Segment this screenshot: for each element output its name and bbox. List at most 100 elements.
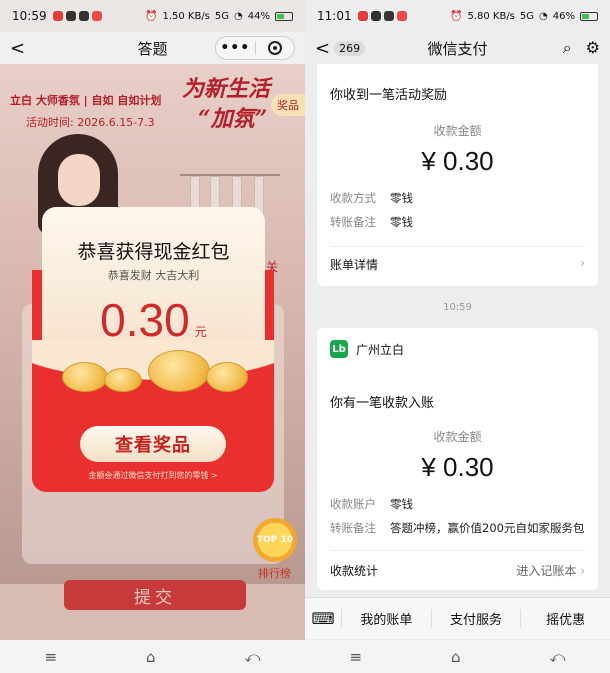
divider: [330, 550, 585, 551]
detail-row: 收款方式 零钱: [330, 190, 413, 206]
status-bar: 11:01 ⏰ 5.80 KB/s 5G ◔ 46%: [305, 0, 610, 32]
merchant-logo-icon: Lb: [330, 340, 348, 358]
menu-offers[interactable]: 摇优惠: [520, 609, 610, 628]
menu-pay-services[interactable]: 支付服务: [430, 609, 521, 628]
home-icon[interactable]: ⌂: [451, 648, 461, 666]
amount-value: ¥ 0.30: [421, 146, 494, 176]
system-nav-bar: ≡ ⌂ ⤺: [0, 640, 305, 673]
gold-coin-icon: [62, 362, 108, 392]
packet-title: 恭喜获得现金红包: [77, 241, 230, 263]
detail-row: 转账备注 答题冲榜，赢价值200元自如家服务包: [330, 520, 584, 536]
prize-tab[interactable]: 奖品: [271, 94, 305, 116]
amount-value: 0.30: [100, 294, 190, 346]
menu-icon[interactable]: ≡: [349, 648, 362, 666]
merchant-name: 广州立白: [356, 342, 405, 357]
network-speed: 5.80 KB/s: [467, 10, 515, 22]
back-icon[interactable]: ⤺: [549, 648, 565, 666]
more-button[interactable]: •••: [216, 40, 255, 56]
gear-icon[interactable]: ⚙: [586, 38, 600, 58]
status-time: 10:59: [12, 9, 47, 23]
row-key: 收款方式: [330, 191, 376, 205]
network-speed: 1.50 KB/s: [162, 10, 210, 22]
row-value: 答题冲榜，赢价值200元自如家服务包: [390, 521, 585, 535]
activity-time: 活动时间: 2026.6.15-7.3: [26, 116, 155, 129]
back-icon[interactable]: ⤺: [244, 648, 260, 666]
divider: [330, 246, 585, 247]
payment-message-card[interactable]: 你收到一笔活动奖励 收款金额 ¥ 0.30 收款方式 零钱 转账备注 零钱 账单…: [317, 64, 598, 286]
red-packet-letter: 恭喜获得现金红包 恭喜发财 大吉大利 0.30 元: [42, 207, 265, 357]
menu-my-bills[interactable]: 我的账单: [341, 609, 431, 628]
view-prize-button[interactable]: 查看奖品: [80, 426, 226, 462]
bill-detail-link[interactable]: 账单详情 ›: [330, 256, 585, 273]
row-value: 零钱: [390, 191, 413, 205]
slogan-line-1: 为新生活: [182, 76, 271, 102]
app-notification-icon: [65, 11, 76, 21]
card-heading: 你收到一笔活动奖励: [330, 88, 448, 103]
mini-program-nav: < 答题 •••: [0, 32, 305, 64]
amount-value: ¥ 0.30: [421, 452, 494, 482]
mini-program-capsule: •••: [215, 36, 295, 60]
battery-icon: [580, 11, 598, 21]
page-title: 答题: [137, 39, 168, 58]
app-notification-icon: [357, 11, 368, 21]
row-key: 转账备注: [330, 521, 376, 535]
chevron-left-icon: <: [315, 38, 331, 59]
row-value: 零钱: [390, 215, 413, 229]
back-button[interactable]: < 269: [315, 38, 366, 59]
slogan: 为新生活 “加氛”: [182, 74, 270, 134]
ledger-link: 进入记账本 ›: [516, 564, 585, 578]
row-key: 转账备注: [330, 215, 376, 229]
brand-ziroom-plan: 自如计划: [117, 94, 162, 107]
row-key: 收款账户: [330, 497, 376, 511]
status-right: ⏰ 5.80 KB/s 5G ◔ 46%: [450, 11, 598, 22]
network-type: 5G: [214, 10, 230, 22]
slogan-line-2: “加氛”: [198, 106, 268, 132]
keyboard-icon[interactable]: ⌨: [305, 609, 341, 628]
unread-count: 269: [334, 41, 366, 56]
chat-title: 微信支付: [427, 39, 488, 58]
alarm-icon: ⏰: [145, 10, 158, 22]
amount-label: 收款金额: [433, 124, 482, 138]
battery-percent: 46%: [552, 10, 575, 22]
wechat-pay-chat-screen: 11:01 ⏰ 5.80 KB/s 5G ◔ 46% < 269 微信支付 ⌕ …: [305, 0, 610, 673]
detail-row: 转账备注 零钱: [330, 214, 413, 230]
notification-icons: [357, 11, 407, 21]
back-button[interactable]: <: [10, 38, 25, 59]
gold-coin-icon: [104, 368, 142, 392]
app-notification-icon: [91, 11, 102, 21]
wifi-icon: ◔: [234, 10, 243, 22]
gold-coin-icon: [148, 350, 210, 392]
amount-unit: 元: [194, 325, 207, 339]
amount-label: 收款金额: [433, 430, 482, 444]
footer-label: 收款统计: [330, 564, 379, 578]
brand-fragrance: 大师香氛: [35, 94, 80, 107]
home-icon[interactable]: ⌂: [146, 648, 156, 666]
submit-button[interactable]: 提交: [64, 580, 246, 610]
payment-stats-link[interactable]: 收款统计 进入记账本 ›: [330, 562, 585, 579]
brand-logos: 立白 大师香氛 | 自如 自如计划: [10, 94, 162, 107]
status-time: 11:01: [317, 9, 352, 23]
search-icon[interactable]: ⌕: [563, 38, 572, 58]
message-timestamp: 10:59: [443, 302, 472, 313]
status-bar: 10:59 ⏰ 1.50 KB/s 5G ◔ 44%: [0, 0, 305, 32]
battery-icon: [275, 11, 293, 21]
network-type: 5G: [519, 10, 535, 22]
quiz-miniprogram-screen: 10:59 ⏰ 1.50 KB/s 5G ◔ 44% < 答题 ••• 立白 大…: [0, 0, 305, 673]
row-value: 零钱: [390, 497, 413, 511]
card-heading: 你有一笔收款入账: [330, 396, 435, 411]
detail-row: 收款账户 零钱: [330, 496, 413, 512]
packet-notice[interactable]: 金额会通过微信支付打到您的零钱 >: [32, 470, 274, 481]
close-button[interactable]: [255, 41, 294, 55]
payment-message-card[interactable]: Lb 广州立白 你有一笔收款入账 收款金额 ¥ 0.30 收款账户 零钱 转账备…: [317, 328, 598, 590]
app-notification-icon: [396, 11, 407, 21]
close-ring-icon: [267, 41, 282, 55]
alarm-icon: ⏰: [450, 10, 463, 22]
leaderboard-label[interactable]: 排行榜: [258, 565, 291, 581]
menu-icon[interactable]: ≡: [44, 648, 57, 666]
merchant-header: Lb 广州立白: [330, 340, 404, 358]
top10-badge-icon[interactable]: TOP 10: [253, 518, 297, 562]
app-notification-icon: [52, 11, 63, 21]
packet-amount: 0.30 元: [42, 293, 265, 347]
notification-icons: [52, 11, 102, 21]
chat-nav: < 269 微信支付 ⌕ ⚙: [305, 32, 610, 64]
